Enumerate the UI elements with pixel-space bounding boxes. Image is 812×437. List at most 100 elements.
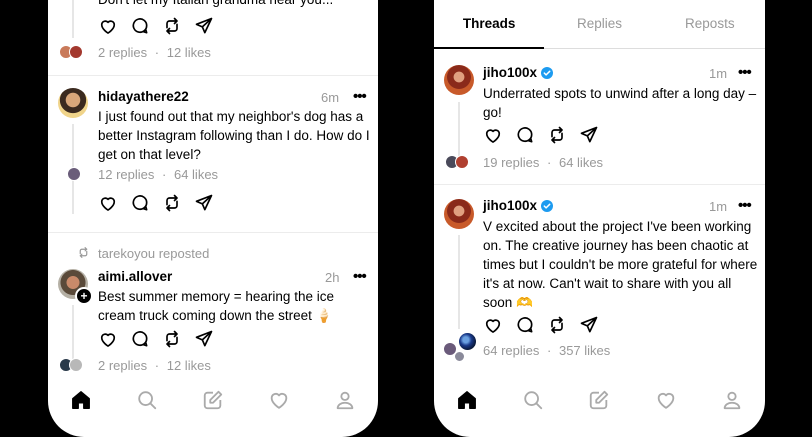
compose-icon[interactable] [588, 389, 610, 411]
avatar[interactable] [58, 88, 88, 118]
search-icon[interactable] [136, 389, 158, 411]
post-actions [483, 315, 599, 335]
repost-icon[interactable] [547, 315, 567, 335]
tab-threads[interactable]: Threads [434, 0, 545, 49]
like-count[interactable]: 64 likes [174, 167, 218, 182]
thread-line [458, 102, 460, 162]
post-jiho100x-unwind[interactable]: jiho100x 1m ••• Underrated spots to unwi… [434, 50, 765, 184]
share-icon[interactable] [194, 193, 214, 213]
reply-count[interactable]: 2 replies [98, 45, 147, 60]
reply-icon[interactable] [130, 329, 150, 349]
username[interactable]: aimi.allover [98, 269, 172, 284]
post-hidayathere22[interactable]: hidayathere22 6m ••• I just found out th… [48, 76, 378, 238]
replier-avatar [69, 358, 83, 372]
post-text: I just found out that my neighbor's dog … [98, 109, 370, 162]
timestamp: 1m [709, 66, 728, 81]
repost-label[interactable]: tarekoyou reposted [98, 246, 209, 261]
post-stats[interactable]: 64 replies · 357 likes [483, 343, 610, 358]
profile-icon[interactable] [721, 389, 743, 411]
bottom-nav [48, 389, 378, 411]
username[interactable]: hidayathere22 [98, 89, 189, 104]
replier-avatar [454, 351, 465, 362]
stats-separator: · [547, 343, 552, 358]
post-stats[interactable]: 2 replies · 12 likes [98, 45, 211, 60]
timestamp: 2h [325, 270, 340, 285]
post-text: Underrated spots to unwind after a long … [483, 86, 757, 120]
profile-icon[interactable] [334, 389, 356, 411]
like-icon[interactable] [483, 315, 503, 335]
more-options-icon[interactable]: ••• [738, 197, 752, 214]
post-actions [98, 329, 214, 349]
repost-icon[interactable] [162, 16, 182, 36]
replier-avatar [458, 332, 477, 351]
like-icon[interactable] [98, 193, 118, 213]
post-jiho100x-project[interactable]: jiho100x 1m ••• V excited about the proj… [434, 185, 765, 365]
stats-separator: · [154, 45, 160, 60]
like-count[interactable]: 64 likes [559, 155, 603, 170]
more-options-icon[interactable]: ••• [353, 88, 367, 105]
tab-reposts[interactable]: Reposts [655, 0, 765, 48]
compose-icon[interactable] [202, 389, 224, 411]
username[interactable]: jiho100x [483, 198, 554, 213]
heart-icon[interactable] [268, 389, 290, 411]
reply-count[interactable]: 64 replies [483, 343, 539, 358]
home-icon[interactable] [456, 389, 478, 411]
share-icon[interactable] [194, 16, 214, 36]
reply-count[interactable]: 19 replies [483, 155, 539, 170]
post-stats[interactable]: 19 replies · 64 likes [483, 155, 603, 170]
follow-plus-icon[interactable]: + [75, 287, 93, 305]
reply-count[interactable]: 12 replies [98, 167, 154, 182]
username-text: jiho100x [483, 198, 538, 213]
reply-count[interactable]: 2 replies [98, 358, 147, 373]
post-stats[interactable]: 2 replies · 12 likes [98, 358, 211, 373]
bottom-nav [434, 389, 765, 411]
post-text: V excited about the project I've been wo… [483, 219, 758, 310]
stats-separator: · [154, 358, 160, 373]
left-phone-screen: Don't let my Italian grandma hear you...… [48, 0, 378, 437]
post-actions [483, 125, 599, 145]
reply-icon[interactable] [515, 315, 535, 335]
post-grandma[interactable]: Don't let my Italian grandma hear you...… [48, 0, 378, 75]
profile-tabs: Threads Replies Reposts [434, 0, 765, 49]
replier-avatar [69, 45, 83, 59]
username[interactable]: jiho100x [483, 65, 554, 80]
post-text: Don't let my Italian grandma hear you... [98, 0, 368, 9]
repost-icon[interactable] [547, 125, 567, 145]
post-stats[interactable]: 12 replies · 64 likes [98, 167, 218, 182]
post-text: Best summer memory = hearing the ice cre… [98, 289, 334, 323]
repost-indicator-icon [79, 247, 88, 258]
replier-avatar [455, 155, 469, 169]
reply-icon[interactable] [130, 193, 150, 213]
replier-avatar [67, 167, 81, 181]
share-icon[interactable] [579, 125, 599, 145]
heart-icon[interactable] [655, 389, 677, 411]
avatar[interactable] [444, 65, 474, 95]
like-count[interactable]: 12 likes [167, 45, 211, 60]
like-icon[interactable] [98, 329, 118, 349]
stats-separator: · [547, 155, 552, 170]
repost-icon[interactable] [162, 329, 182, 349]
like-count[interactable]: 12 likes [167, 358, 211, 373]
reply-icon[interactable] [515, 125, 535, 145]
like-icon[interactable] [98, 16, 118, 36]
reply-icon[interactable] [130, 16, 150, 36]
like-icon[interactable] [483, 125, 503, 145]
more-options-icon[interactable]: ••• [353, 268, 367, 285]
share-icon[interactable] [579, 315, 599, 335]
repost-icon[interactable] [162, 193, 182, 213]
thread-line [458, 235, 460, 329]
more-options-icon[interactable]: ••• [738, 64, 752, 81]
home-icon[interactable] [70, 389, 92, 411]
thread-line [72, 305, 74, 365]
stats-separator: · [162, 167, 167, 182]
search-icon[interactable] [522, 389, 544, 411]
username-text: jiho100x [483, 65, 538, 80]
share-icon[interactable] [194, 329, 214, 349]
tab-replies[interactable]: Replies [544, 0, 654, 48]
like-count[interactable]: 357 likes [559, 343, 610, 358]
avatar[interactable] [444, 199, 474, 229]
thread-line [72, 0, 74, 38]
post-actions [98, 16, 214, 36]
post-aimi-allover[interactable]: tarekoyou reposted + aimi.allover 2h •••… [48, 233, 378, 373]
post-actions [98, 193, 214, 213]
